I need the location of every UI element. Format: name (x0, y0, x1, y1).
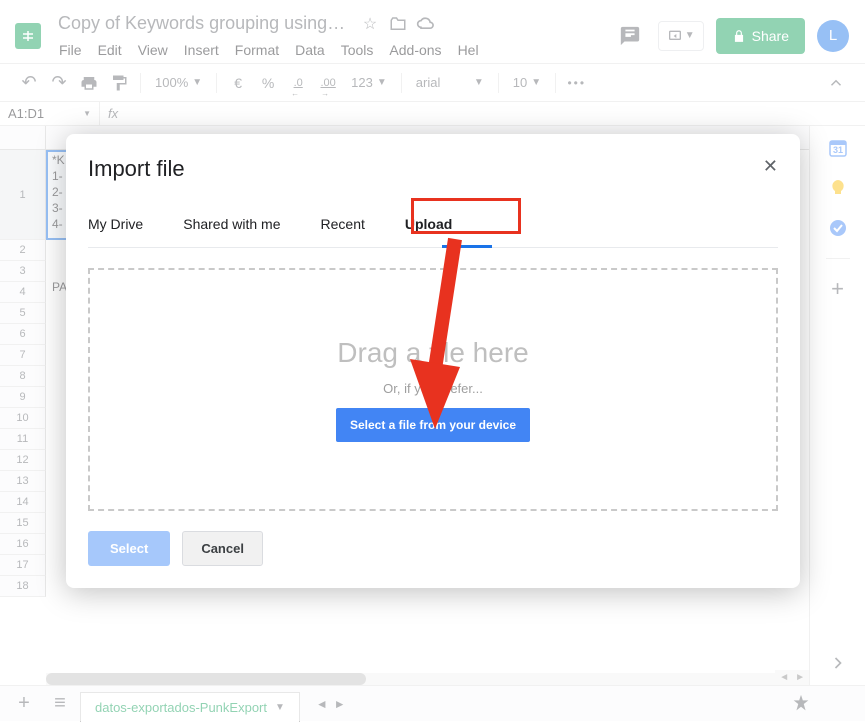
close-icon[interactable]: ✕ (763, 156, 778, 177)
or-prompt: Or, if you prefer... (383, 381, 483, 396)
select-button[interactable]: Select (88, 531, 170, 566)
dialog-tabs: My Drive Shared with me Recent Upload (88, 210, 778, 248)
tab-recent[interactable]: Recent (321, 210, 365, 238)
tab-my-drive[interactable]: My Drive (88, 210, 143, 238)
select-file-button[interactable]: Select a file from your device (336, 408, 530, 442)
active-tab-indicator (442, 245, 492, 248)
upload-dropzone[interactable]: Drag a file here Or, if you prefer... Se… (88, 268, 778, 511)
tab-shared[interactable]: Shared with me (183, 210, 280, 238)
dialog-title: Import file (88, 156, 778, 182)
import-file-dialog: Import file ✕ My Drive Shared with me Re… (66, 134, 800, 588)
drag-prompt: Drag a file here (337, 337, 528, 369)
cancel-button[interactable]: Cancel (182, 531, 263, 566)
tab-upload[interactable]: Upload (405, 210, 452, 238)
